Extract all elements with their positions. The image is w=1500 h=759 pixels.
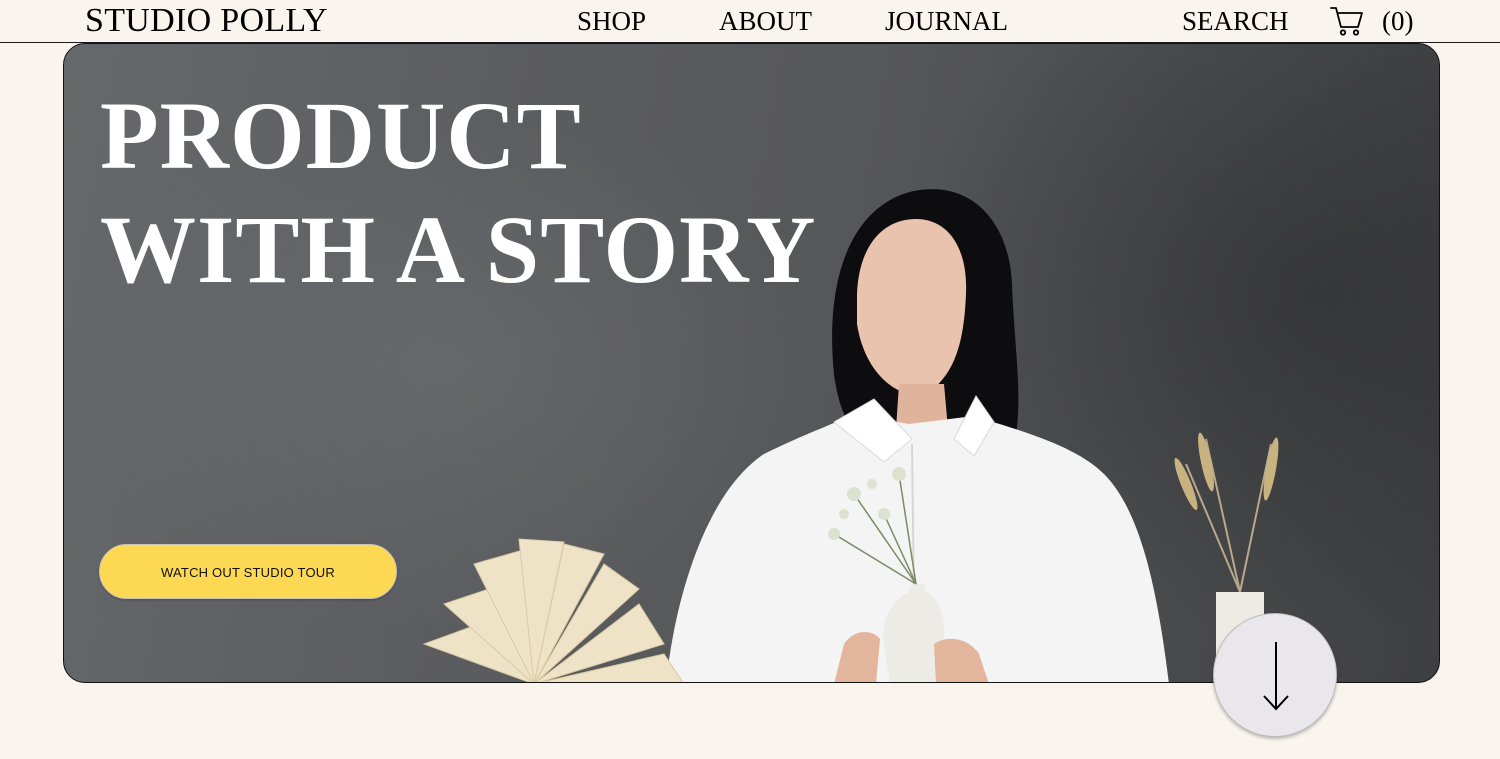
hero-title-line2: WITH A STORY [100, 196, 817, 303]
watch-studio-tour-button[interactable]: WATCH OUT STUDIO TOUR [99, 544, 397, 599]
site-header: STUDIO POLLY SHOP ABOUT JOURNAL SEARCH (… [0, 0, 1500, 43]
hero-banner: PRODUCT WITH A STORY WATCH OUT STUDIO TO… [63, 43, 1440, 683]
scroll-down-button[interactable] [1213, 613, 1337, 737]
arrow-down-icon [1263, 642, 1289, 711]
cart-count[interactable]: (0) [1382, 5, 1413, 37]
nav-journal[interactable]: JOURNAL [885, 5, 1008, 37]
nav-about[interactable]: ABOUT [719, 5, 812, 37]
site-logo[interactable]: STUDIO POLLY [85, 2, 328, 40]
nav-search[interactable]: SEARCH [1182, 5, 1289, 37]
nav-shop[interactable]: SHOP [577, 5, 646, 37]
hero-title-line1: PRODUCT [100, 82, 582, 189]
cart-icon[interactable] [1330, 5, 1364, 37]
